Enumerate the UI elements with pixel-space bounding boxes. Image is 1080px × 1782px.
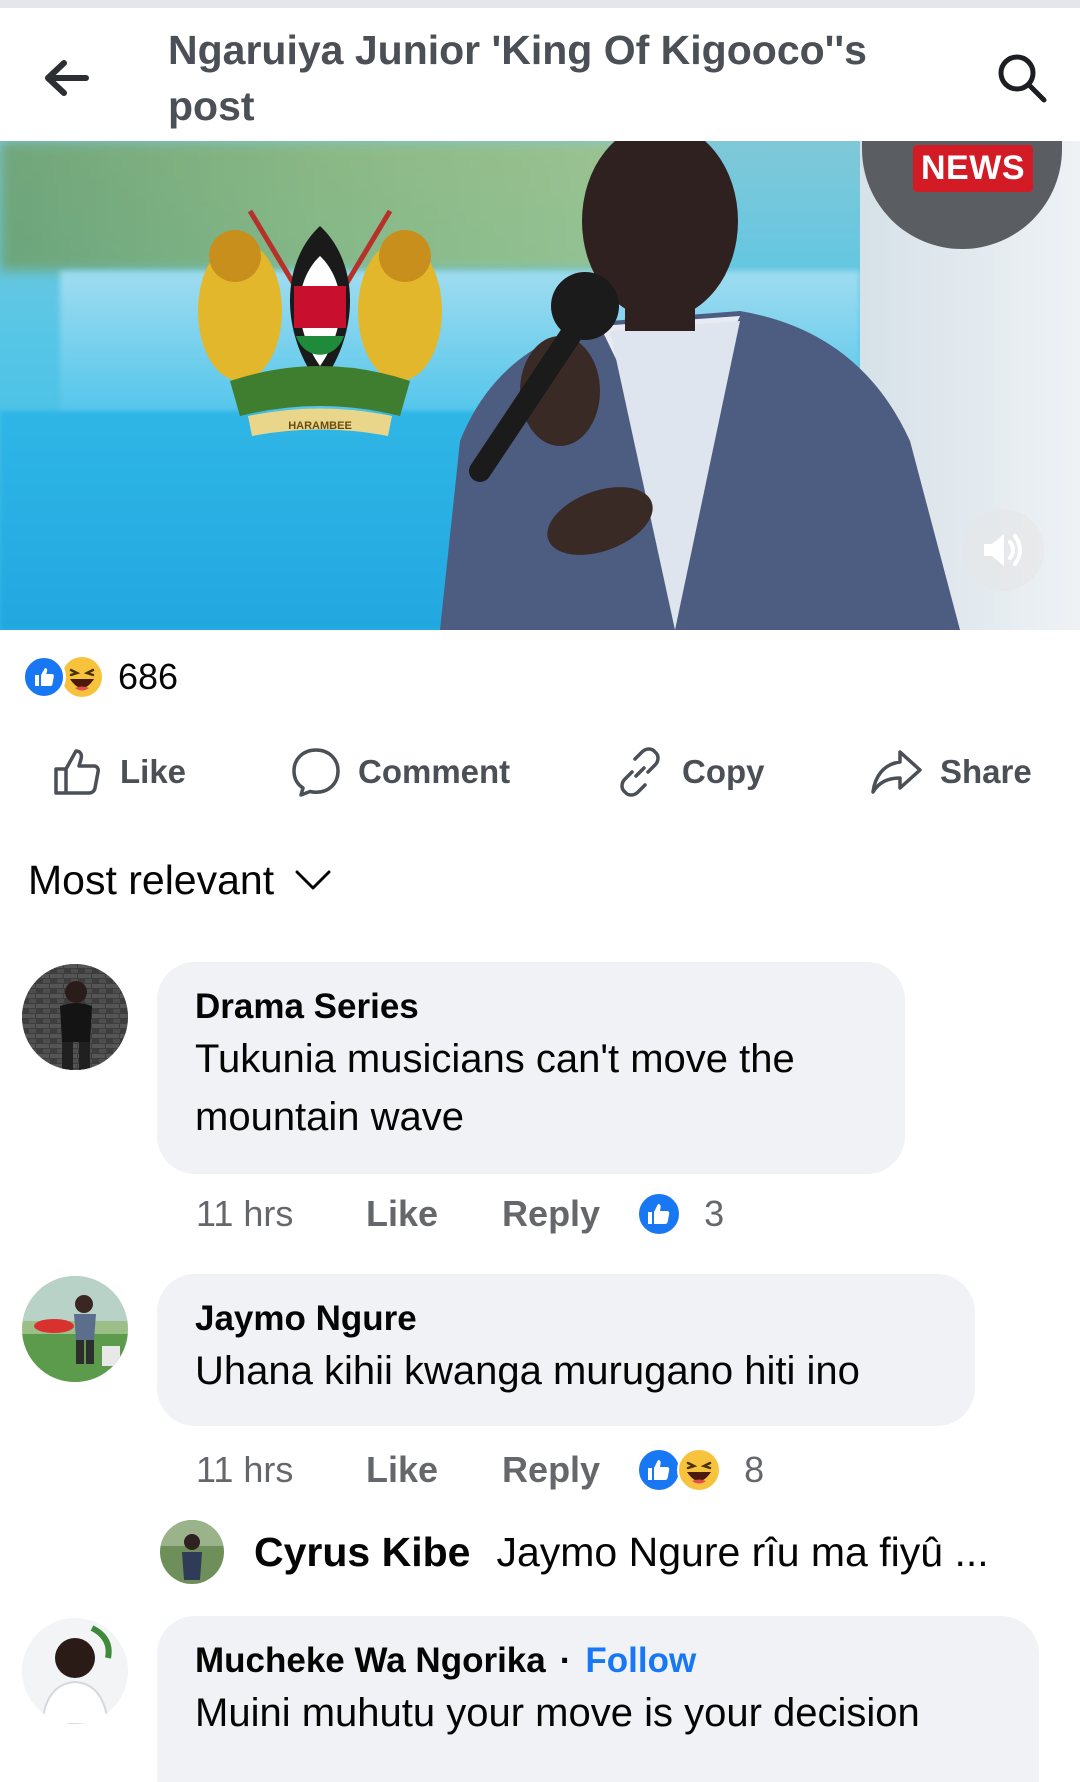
status-strip xyxy=(0,0,1080,8)
comment-bubble: Jaymo Ngure Uhana kihii kwanga murugano … xyxy=(157,1274,975,1426)
comment-reaction-count: 8 xyxy=(744,1449,765,1490)
avatar[interactable] xyxy=(22,1276,128,1382)
like-reaction-icon xyxy=(637,1192,682,1236)
comment-reaction-count: 3 xyxy=(704,1193,725,1234)
avatar[interactable] xyxy=(160,1520,224,1584)
comment-text: Muini muhutu your move is your decision xyxy=(195,1691,920,1735)
copy-label: Copy xyxy=(682,753,765,790)
comment-label: Comment xyxy=(358,753,511,790)
comment-sort-dropdown[interactable]: Most relevant xyxy=(28,852,332,908)
speaker-icon xyxy=(984,534,1022,566)
comment-reply-button[interactable]: Reply xyxy=(502,1449,600,1491)
separator-dot: · xyxy=(559,1641,572,1680)
avatar[interactable] xyxy=(22,1618,128,1724)
thumbs-up-icon xyxy=(54,749,100,795)
share-label: Share xyxy=(940,753,1032,790)
reply-author[interactable]: Cyrus Kibe xyxy=(254,1529,470,1576)
back-button[interactable] xyxy=(34,46,98,110)
comment-bubble: Mucheke Wa Ngorika · Follow Muini muhutu y… xyxy=(157,1616,1039,1782)
comment-author[interactable]: Jaymo Ngure xyxy=(195,1296,937,1342)
comment-time: 11 hrs xyxy=(196,1449,294,1490)
share-button[interactable]: Share xyxy=(870,742,1032,802)
avatar[interactable] xyxy=(22,964,128,1070)
search-button[interactable] xyxy=(990,46,1054,110)
arrow-left-icon xyxy=(45,60,89,96)
emblem-text: HARAMBEE xyxy=(288,420,352,432)
follow-button[interactable]: Follow xyxy=(585,1641,696,1680)
news-label: NEWS xyxy=(913,145,1033,192)
comment-reply-button[interactable]: Reply xyxy=(502,1193,600,1235)
share-arrow-icon xyxy=(871,750,922,794)
comment-text: Uhana kihii kwanga murugano hiti ino xyxy=(195,1349,860,1393)
haha-reaction-icon xyxy=(677,1448,722,1492)
comment-like-button[interactable]: Like xyxy=(366,1449,438,1491)
reaction-summary[interactable]: 686 xyxy=(22,652,178,702)
speaker-figure xyxy=(440,141,960,630)
comment-reactions[interactable]: 3 xyxy=(636,1191,724,1237)
comment-text: Tukunia musicians can't move the xyxy=(195,1037,795,1081)
page-title: Ngaruiya Junior 'King Of Kigooco''s post xyxy=(168,27,867,129)
reply-text: Jaymo Ngure rîu ma fiyû ... xyxy=(496,1528,989,1575)
comment-meta: 11 hrs Like Reply 3 xyxy=(196,1186,724,1242)
comment-time: 11 hrs xyxy=(196,1193,294,1234)
comment-author[interactable]: Mucheke Wa Ngorika xyxy=(195,1641,546,1680)
sort-label: Most relevant xyxy=(28,856,275,903)
comment-bubble-icon xyxy=(292,748,340,797)
like-button[interactable]: Like xyxy=(52,742,186,802)
copy-link-button[interactable]: Copy xyxy=(614,742,765,802)
link-icon xyxy=(620,747,660,797)
reply-preview[interactable]: Cyrus Kibe Jaymo Ngure rîu ma fiyû ... xyxy=(160,1520,989,1584)
coat-of-arms-emblem: HARAMBEE xyxy=(198,209,442,436)
like-label: Like xyxy=(120,753,187,790)
comment-reactions[interactable]: 8 xyxy=(636,1447,764,1493)
comment-text: mountain wave xyxy=(195,1095,465,1139)
comment-like-button[interactable]: Like xyxy=(366,1193,438,1235)
haha-reaction-icon xyxy=(62,657,102,697)
comment-meta: 11 hrs Like Reply 8 xyxy=(196,1442,764,1498)
reaction-count: 686 xyxy=(118,656,179,697)
like-reaction-icon xyxy=(22,655,66,699)
comment-bubble: Drama Series Tukunia musicians can't mov… xyxy=(157,962,905,1174)
volume-button[interactable] xyxy=(962,509,1044,591)
comment-author[interactable]: Drama Series xyxy=(195,984,867,1030)
post-header: Ngaruiya Junior 'King Of Kigooco''s post xyxy=(0,8,1080,141)
video-player[interactable]: HARAMBEE NEWS xyxy=(0,141,1080,630)
chevron-down-icon xyxy=(295,870,331,890)
search-icon xyxy=(998,54,1047,103)
comment-button[interactable]: Comment xyxy=(290,742,510,802)
post-action-bar: Like Comment Copy Share xyxy=(0,742,1080,802)
